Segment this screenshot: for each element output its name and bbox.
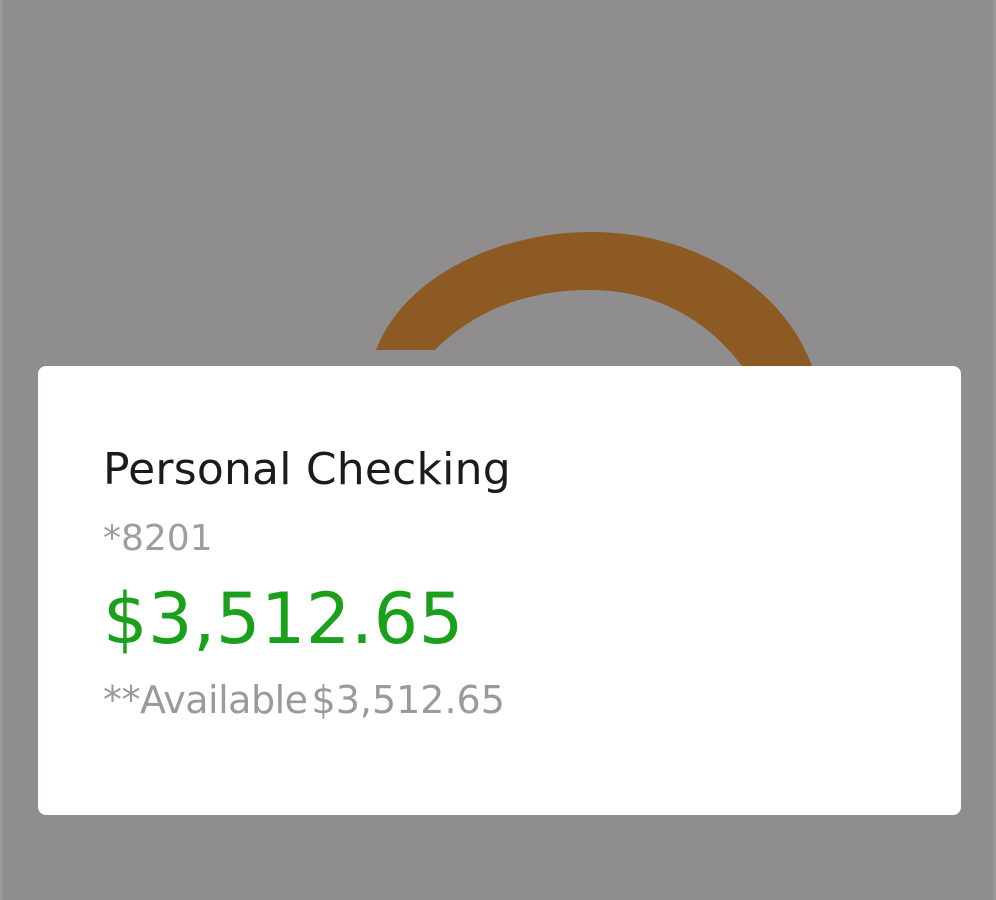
account-name: Personal Checking (103, 444, 511, 495)
account-number: *8201 (103, 518, 213, 559)
available-balance: **Available $3,512.65 (103, 678, 505, 722)
available-amount: $3,512.65 (311, 678, 505, 722)
available-label: **Available (103, 678, 308, 722)
account-card[interactable]: Personal Checking *8201 $3,512.65 **Avai… (38, 366, 961, 815)
account-balance: $3,512.65 (103, 578, 464, 660)
spinner-arc (376, 232, 812, 366)
